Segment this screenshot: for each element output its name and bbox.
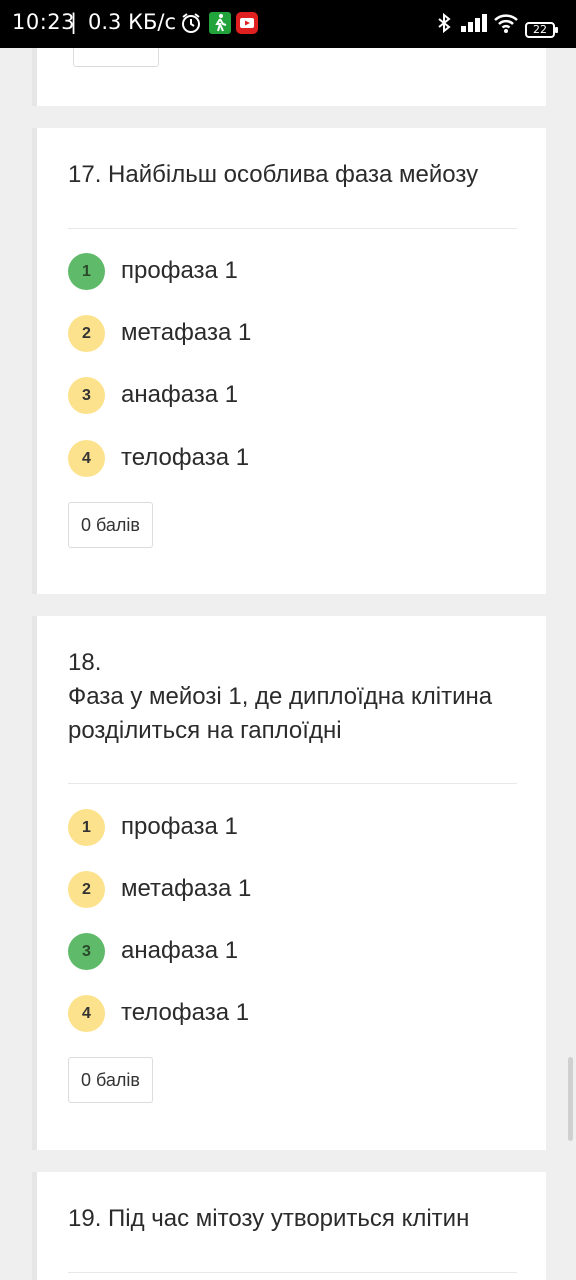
score-box bbox=[73, 48, 159, 67]
status-bar: 10:23 | 0.3 КБ/с 22 bbox=[0, 0, 576, 48]
score-badge: 0 балів bbox=[68, 1057, 153, 1103]
wifi-icon bbox=[494, 14, 518, 33]
question-card-19: 19. Під час мітозу утвориться клітин bbox=[32, 1172, 546, 1280]
signal-icon bbox=[461, 14, 487, 32]
option-number-badge: 2 bbox=[68, 315, 105, 352]
answer-option[interactable]: 1 профаза 1 bbox=[68, 253, 508, 291]
answer-option[interactable]: 3 анафаза 1 bbox=[68, 377, 508, 415]
clock: 10:23 bbox=[12, 10, 76, 34]
question-number: 18. bbox=[68, 649, 102, 676]
divider bbox=[68, 1272, 517, 1273]
option-number-badge: 2 bbox=[68, 871, 105, 908]
walk-icon bbox=[209, 12, 231, 34]
question-title: Фаза у мейозі 1, де диплоїдна клітина bbox=[68, 683, 493, 710]
answer-option[interactable]: 1 профаза 1 bbox=[68, 809, 508, 847]
divider bbox=[68, 783, 517, 784]
divider bbox=[68, 228, 517, 229]
answer-option[interactable]: 4 телофаза 1 bbox=[68, 995, 508, 1033]
option-label: телофаза 1 bbox=[121, 999, 250, 1026]
option-number-badge: 1 bbox=[68, 809, 105, 846]
option-label: метафаза 1 bbox=[121, 875, 252, 902]
option-number-badge: 3 bbox=[68, 933, 105, 970]
option-number-badge: 4 bbox=[68, 440, 105, 477]
option-number-badge: 1 bbox=[68, 253, 105, 290]
youtube-icon bbox=[236, 12, 258, 34]
question-title: розділиться на гаплоїдні bbox=[68, 717, 342, 744]
question-card-17: 17. Найбільш особлива фаза мейозу 1 проф… bbox=[32, 128, 546, 594]
option-label: профаза 1 bbox=[121, 257, 238, 284]
question-title: 17. Найбільш особлива фаза мейозу bbox=[68, 161, 479, 188]
answer-option[interactable]: 3 анафаза 1 bbox=[68, 933, 508, 971]
answer-option[interactable]: 4 телофаза 1 bbox=[68, 440, 508, 478]
scrollbar[interactable] bbox=[568, 1057, 573, 1141]
option-label: анафаза 1 bbox=[121, 381, 239, 408]
option-label: метафаза 1 bbox=[121, 319, 252, 346]
answer-option[interactable]: 2 метафаза 1 bbox=[68, 871, 508, 909]
option-label: телофаза 1 bbox=[121, 444, 250, 471]
question-title: 19. Під час мітозу утвориться клітин bbox=[68, 1205, 470, 1232]
option-number-badge: 4 bbox=[68, 995, 105, 1032]
bluetooth-icon bbox=[438, 12, 451, 34]
question-card-18: 18. Фаза у мейозі 1, де диплоїдна клітин… bbox=[32, 616, 546, 1150]
option-number-badge: 3 bbox=[68, 377, 105, 414]
score-badge: 0 балів bbox=[68, 502, 153, 548]
network-speed: 0.3 КБ/с bbox=[88, 10, 177, 34]
option-label: анафаза 1 bbox=[121, 937, 239, 964]
option-label: профаза 1 bbox=[121, 813, 238, 840]
alarm-icon bbox=[182, 13, 200, 33]
status-separator: | bbox=[70, 10, 78, 34]
answer-option[interactable]: 2 метафаза 1 bbox=[68, 315, 508, 353]
battery-icon: 22 bbox=[525, 22, 558, 38]
